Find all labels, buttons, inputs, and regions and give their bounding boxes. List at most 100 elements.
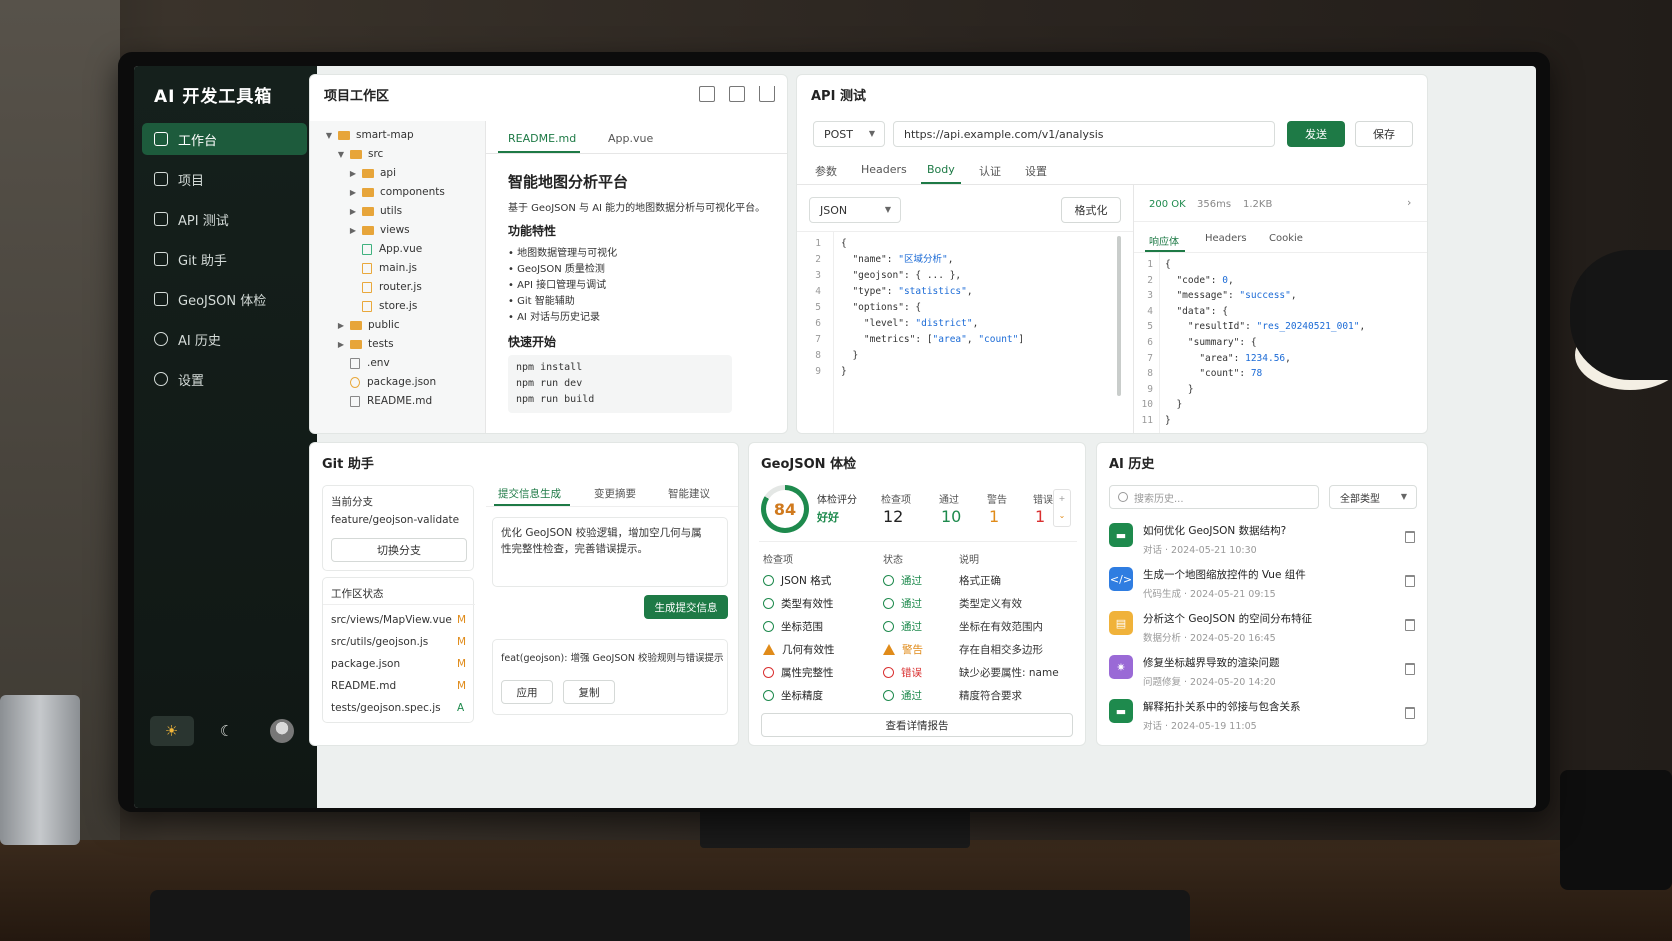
tree-item[interactable]: ▶ components (348, 186, 445, 198)
changed-file[interactable]: src/views/MapView.vue (331, 614, 452, 626)
nav-item-api-test[interactable]: API 测试 (142, 203, 307, 235)
file-tree: ▼ smart-map ▼ src ▶ api ▶ components ▶ utils ▶ view… (310, 121, 486, 433)
stat-value: 12 (883, 507, 904, 526)
tree-item[interactable]: ▶ public (336, 319, 400, 331)
history-type-filter[interactable]: 全部类型 ▼ (1329, 485, 1417, 509)
search-icon (1118, 492, 1128, 502)
trash-icon[interactable] (1405, 575, 1415, 587)
stat-value: 1 (1035, 507, 1046, 526)
changed-file[interactable]: src/utils/geojson.js (331, 636, 428, 648)
body-type-select[interactable]: JSON ▼ (809, 197, 901, 223)
line-number: 1 (1147, 259, 1153, 270)
tab-change-summary[interactable]: 变更摘要 (594, 486, 636, 501)
history-item[interactable]: ▤ 分析这个 GeoJSON 的空间分布特征 数据分析 · 2024-05-20 1… (1109, 611, 1409, 651)
tab-response-body[interactable]: 响应体 (1149, 233, 1179, 248)
tree-item[interactable]: ▶ views (348, 224, 410, 236)
theme-dark-button[interactable]: ☾ (205, 716, 249, 746)
divider (323, 604, 475, 605)
tab-body[interactable]: Body (927, 163, 955, 176)
tree-item[interactable]: ▶ tests (336, 338, 394, 350)
chevron-down-icon: ▼ (1400, 492, 1407, 501)
tree-item[interactable]: ▶ api (348, 167, 396, 179)
history-item[interactable]: </> 生成一个地图缩放控件的 Vue 组件 代码生成 · 2024-05-21 0… (1109, 567, 1409, 607)
tab-response-cookie[interactable]: Cookie (1269, 233, 1303, 244)
api-icon (154, 212, 168, 226)
stats-stepper[interactable]: + ⌄ (1053, 489, 1071, 527)
commit-prompt-textarea[interactable]: 优化 GeoJSON 校验逻辑，增加空几何与属性完整性检查，完善错误提示。 (492, 517, 728, 587)
bug-icon: ✷ (1109, 655, 1133, 679)
tree-item[interactable]: ▶ utils (348, 205, 402, 217)
nav-item-workspace[interactable]: 工作台 (142, 123, 307, 155)
history-item[interactable]: ▬ 如何优化 GeoJSON 数据结构? 对话 · 2024-05-21 10:30 (1109, 523, 1409, 563)
trash-icon[interactable] (1405, 707, 1415, 719)
save-button[interactable]: 保存 (1355, 121, 1413, 147)
tab-settings[interactable]: 设置 (1025, 163, 1047, 179)
file-icon (350, 395, 360, 407)
trash-icon[interactable] (1405, 619, 1415, 631)
editor-scrollbar[interactable] (1117, 236, 1121, 396)
changed-file[interactable]: tests/geojson.spec.js (331, 702, 441, 714)
chevron-down-icon: ▼ (337, 149, 345, 159)
upload-icon[interactable] (759, 86, 775, 102)
generate-commit-button[interactable]: 生成提交信息 (644, 595, 728, 619)
tab-auth[interactable]: 认证 (979, 163, 1001, 179)
change-flag: M (457, 636, 467, 648)
user-menu-button[interactable] (260, 716, 304, 746)
score-gauge: 84 (761, 485, 809, 533)
code-line: "data": { (1176, 305, 1228, 317)
status-icon (883, 666, 894, 678)
line-number: 5 (1147, 321, 1153, 333)
tab-readme[interactable]: README.md (508, 132, 576, 145)
url-input[interactable]: https://api.example.com/v1/analysis (893, 121, 1275, 147)
tab-params[interactable]: 参数 (815, 163, 837, 179)
check-row: 属性完整性 错误 缺少必要属性: name (763, 661, 1073, 683)
history-search-input[interactable]: 搜索历史... (1109, 485, 1319, 509)
history-item[interactable]: ✷ 修复坐标越界导致的渲染问题 问题修复 · 2024-05-20 14:20 (1109, 655, 1409, 695)
request-body-editor[interactable]: 1 2 3 4 5 6 7 8 9 { "name": "区域分析", "geojson": {… (797, 231, 1133, 433)
nav-item-ai-history[interactable]: AI 历史 (142, 323, 307, 355)
nav-item-git[interactable]: Git 助手 (142, 243, 307, 275)
tree-item[interactable]: README.md (336, 395, 432, 407)
line-number: 8 (1147, 368, 1153, 380)
http-method-select[interactable]: POST ▼ (813, 121, 885, 147)
chevron-right-icon: ▶ (349, 225, 357, 235)
tree-item[interactable]: App.vue (348, 243, 422, 255)
format-button[interactable]: 格式化 (1061, 197, 1121, 223)
nav-item-geojson[interactable]: GeoJSON 体检 (142, 283, 307, 315)
response-size: 1.2KB (1243, 199, 1273, 210)
tree-item[interactable]: ▼ src (336, 148, 383, 160)
check-note: 精度符合要求 (959, 689, 1022, 702)
tab-headers[interactable]: Headers (861, 163, 907, 176)
branch-name: feature/geojson-validate (331, 514, 460, 526)
new-folder-icon[interactable] (729, 86, 745, 102)
divider (1134, 252, 1427, 253)
tree-item[interactable]: package.json (336, 376, 436, 388)
tab-suggestions[interactable]: 智能建议 (668, 486, 710, 501)
changed-file[interactable]: package.json (331, 658, 400, 670)
sidebar-footer: ☀ ☾ (144, 714, 309, 748)
nav-item-projects[interactable]: 项目 (142, 163, 307, 195)
trash-icon[interactable] (1405, 663, 1415, 675)
apply-button[interactable]: 应用 (501, 680, 553, 704)
copy-button[interactable]: 复制 (563, 680, 615, 704)
tree-item[interactable]: router.js (348, 281, 422, 293)
switch-branch-button[interactable]: 切换分支 (331, 538, 467, 562)
chevron-right-icon[interactable]: › (1407, 196, 1411, 209)
trash-icon[interactable] (1405, 531, 1415, 543)
tab-response-headers[interactable]: Headers (1205, 233, 1247, 244)
theme-light-button[interactable]: ☀ (149, 716, 194, 746)
tree-item[interactable]: store.js (348, 300, 417, 312)
code-line: { (1165, 259, 1171, 270)
new-file-icon[interactable] (699, 86, 715, 102)
send-button[interactable]: 发送 (1287, 121, 1345, 147)
tree-item[interactable]: main.js (348, 262, 417, 274)
tree-item[interactable]: ▼ smart-map (324, 129, 414, 141)
changed-file[interactable]: README.md (331, 680, 396, 692)
tree-item[interactable]: .env (336, 357, 390, 369)
nav-item-settings[interactable]: 设置 (142, 363, 307, 395)
check-row: 类型有效性 通过 类型定义有效 (763, 592, 1073, 614)
tab-commit-message[interactable]: 提交信息生成 (498, 486, 561, 501)
view-report-button[interactable]: 查看详情报告 (761, 713, 1073, 737)
history-item[interactable]: ▬ 解释拓扑关系中的邻接与包含关系 对话 · 2024-05-19 11:05 (1109, 699, 1409, 739)
tab-app-vue[interactable]: App.vue (608, 132, 653, 145)
